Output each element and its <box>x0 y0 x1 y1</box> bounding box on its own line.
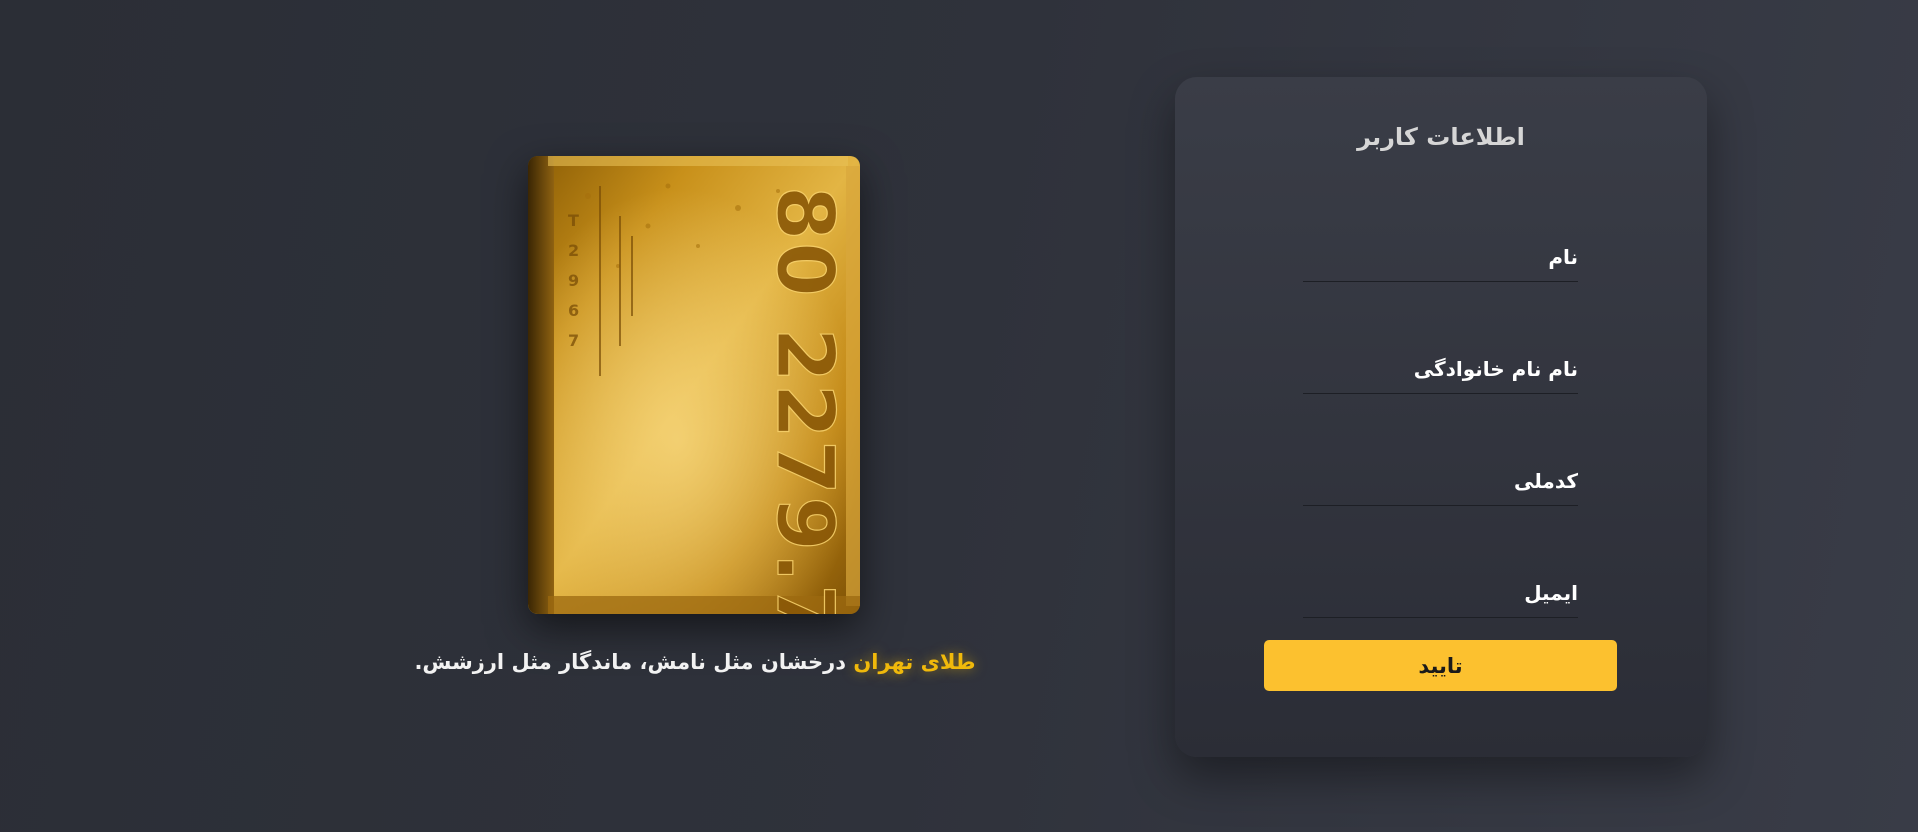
svg-text:7: 7 <box>568 331 579 350</box>
svg-text:6: 6 <box>568 301 579 320</box>
gold-bar-image: T 2 9 6 7 80 2279.7 <box>528 156 860 614</box>
submit-button[interactable]: تایید <box>1264 640 1617 691</box>
hero-section: T 2 9 6 7 80 2279.7 طلای تهران درخشان مث… <box>0 0 1150 832</box>
last-name-label: نام نام خانوادگی <box>1413 357 1578 381</box>
national-id-label: کدملی <box>1514 469 1578 493</box>
form-title: اطلاعات کاربر <box>1357 123 1525 151</box>
user-info-card: اطلاعات کاربر نام نام نام خانوادگی کدملی… <box>1175 77 1707 757</box>
national-id-field[interactable]: کدملی <box>1303 461 1578 506</box>
email-label: ایمیل <box>1524 581 1578 605</box>
svg-text:2: 2 <box>568 241 579 260</box>
first-name-label: نام <box>1548 245 1578 269</box>
tagline: طلای تهران درخشان مثل نامش، ماندگار مثل … <box>300 650 1090 674</box>
tagline-text: درخشان مثل نامش، ماندگار مثل ارزشش. <box>414 650 854 674</box>
svg-text:T: T <box>568 211 579 230</box>
first-name-field[interactable]: نام <box>1303 237 1578 282</box>
svg-text:9: 9 <box>568 271 579 290</box>
tagline-brand: طلای تهران <box>853 650 976 674</box>
gold-bar-engraving: 80 2279.7 <box>759 186 849 614</box>
email-field[interactable]: ایمیل <box>1303 573 1578 618</box>
last-name-field[interactable]: نام نام خانوادگی <box>1303 349 1578 394</box>
